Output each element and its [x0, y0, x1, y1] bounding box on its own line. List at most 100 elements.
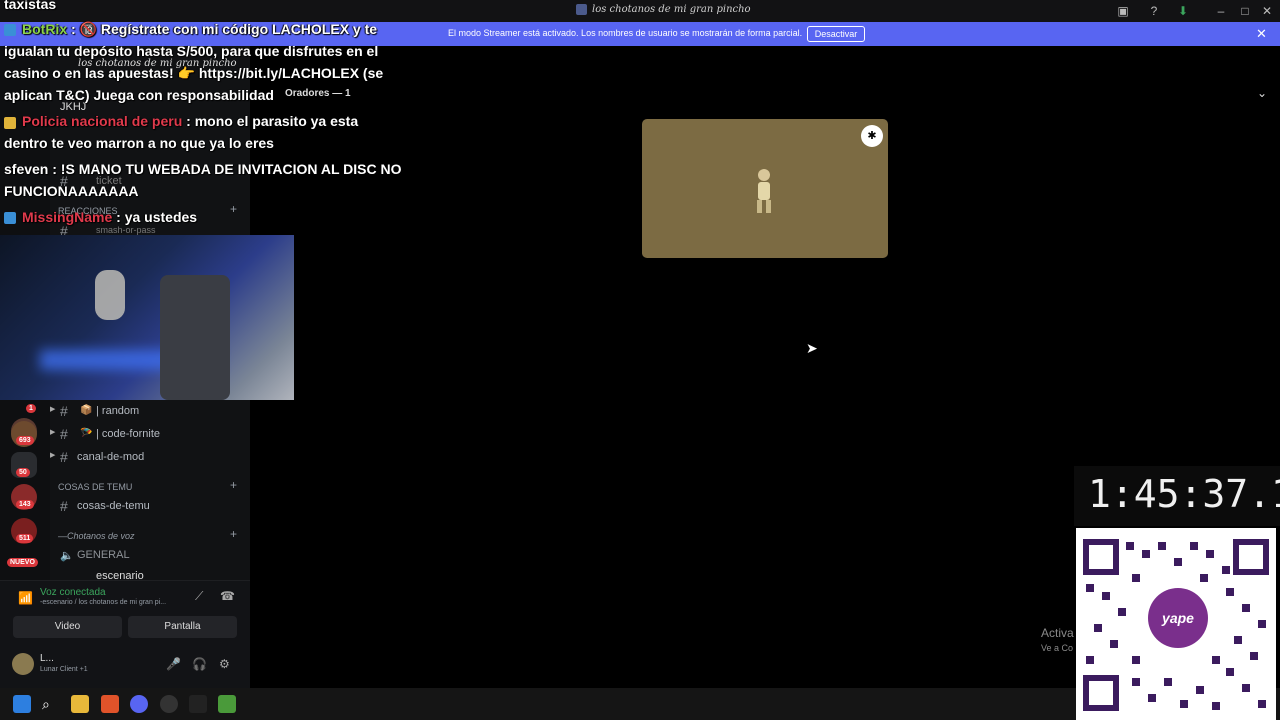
chat-line: aplican T&C) Juega con responsabilidad: [4, 87, 274, 103]
teddy-bear: [95, 270, 125, 320]
chat-line: Policia nacional de peru : mono el paras…: [22, 113, 358, 129]
timer-value: 1:45:37.15: [1088, 472, 1280, 516]
chat-text: : 🔞 Regístrate con mi código LACHOLEX y …: [71, 21, 378, 37]
noise-suppression-icon[interactable]: ⟋: [195, 589, 203, 604]
chat-user: Policia nacional de peru: [22, 113, 183, 129]
banner-message: El modo Streamer está activado. Los nomb…: [448, 28, 803, 38]
new-badge: NUEVO: [7, 558, 38, 567]
chat-line: casino o en las apuestas! 👉 https://bit.…: [4, 65, 384, 81]
chat-user: sfeven: [4, 161, 49, 177]
activate-windows-subtext: Ve a Co: [1041, 643, 1074, 653]
brave-browser-icon[interactable]: [101, 695, 119, 713]
chat-text: : mono el parasito ya esta: [186, 113, 359, 129]
channel-label: escenario: [96, 570, 144, 580]
window-title: los chotanos de mi gran pincho: [592, 4, 751, 15]
search-icon[interactable]: ⌕: [42, 695, 60, 713]
minecraft-icon[interactable]: [218, 695, 236, 713]
channel-label: cosas-de-temu: [77, 500, 150, 512]
download-icon[interactable]: ⬇: [1176, 4, 1190, 18]
chat-line: MissingName : ya ustedes: [22, 209, 197, 225]
close-banner-icon[interactable]: ✕: [1256, 26, 1267, 42]
voice-status[interactable]: Voz conectada: [40, 587, 106, 598]
windows-start-icon[interactable]: [13, 695, 31, 713]
app-icon[interactable]: [189, 695, 207, 713]
inbox-icon[interactable]: ▣: [1116, 4, 1130, 18]
stage-moderator-icon: ✱: [861, 125, 883, 147]
discord-icon[interactable]: [130, 695, 148, 713]
chat-line: BotRix : 🔞 Regístrate con mi código LACH…: [22, 21, 377, 38]
channel-item-random[interactable]: ▶ # 📦 | random: [50, 402, 250, 422]
channel-label: | code-fornite: [96, 428, 161, 440]
mention-badge: 50: [16, 468, 30, 477]
signal-icon: 📶: [18, 591, 33, 605]
chat-line: igualan tu depósito hasta S/500, para qu…: [4, 43, 379, 59]
channel-item-code-fornite[interactable]: ▶ # 🪂 | code-fornite: [50, 425, 250, 445]
chat-line: FUNCIONAAAAAAA: [4, 183, 139, 199]
microphone-icon[interactable]: 🎤: [166, 657, 181, 671]
chat-platform-icon: [4, 24, 16, 36]
screen-share-button[interactable]: Pantalla: [128, 616, 237, 638]
headphones-icon[interactable]: 🎧: [192, 657, 207, 671]
voice-panel: 📶 Voz conectada -escenario / los chotano…: [0, 580, 250, 688]
add-channel-icon[interactable]: +: [230, 527, 237, 541]
chevron-down-icon[interactable]: ⌄: [1257, 86, 1267, 100]
video-label: Video: [54, 621, 81, 632]
caret-icon: ▶: [50, 406, 56, 413]
help-icon[interactable]: ?: [1147, 4, 1161, 18]
chat-user: MissingName: [22, 209, 113, 225]
category-temu[interactable]: COSAS DE TEMU: [58, 482, 132, 492]
channel-label: | random: [96, 405, 140, 417]
overlay-title: taxistas: [4, 0, 57, 12]
webcam-feed: [0, 235, 294, 400]
caret-icon: ▶: [50, 452, 56, 459]
channel-item-general[interactable]: 🔈 GENERAL: [50, 546, 250, 566]
obs-icon[interactable]: [160, 695, 178, 713]
app-icon: [576, 4, 587, 15]
speaker-card[interactable]: ✱: [642, 119, 888, 258]
activate-windows-text: Activa: [1041, 626, 1074, 640]
add-channel-icon[interactable]: +: [230, 478, 237, 492]
mention-badge: 511: [16, 534, 34, 543]
crown-icon: [4, 117, 16, 129]
category-voice[interactable]: —Chotanos de voz: [58, 531, 135, 541]
parachute-icon: 🪂: [80, 428, 93, 439]
gaming-chair: [160, 275, 230, 400]
hash-icon: #: [60, 449, 68, 465]
hash-icon: #: [60, 403, 68, 419]
chat-user: BotRix: [22, 21, 68, 37]
chat-line: dentro te veo marron a no que ya lo eres: [4, 135, 274, 151]
chat-text: : !S MANO TU WEBADA DE INVITACION AL DIS…: [52, 161, 402, 177]
chat-text: : ya ustedes: [116, 209, 198, 225]
speaker-icon: 🔈: [60, 550, 74, 562]
chat-platform-icon: [4, 212, 16, 224]
deactivate-button[interactable]: Desactivar: [807, 26, 865, 42]
user-name: L...: [40, 653, 54, 664]
screen-label: Pantalla: [164, 621, 201, 632]
channel-item-cosas-de-temu[interactable]: # cosas-de-temu: [50, 497, 250, 517]
channel-label: GENERAL: [77, 549, 130, 561]
stream-chat-overlay: taxistas BotRix : 🔞 Regístrate con mi có…: [0, 0, 410, 232]
avatar[interactable]: [12, 653, 34, 675]
caret-icon: ▶: [50, 429, 56, 436]
yape-logo: yape: [1148, 588, 1208, 648]
disconnect-icon[interactable]: ☎: [220, 589, 235, 603]
channel-label: canal-de-mod: [77, 451, 145, 463]
minimize-icon[interactable]: –: [1214, 4, 1228, 18]
file-explorer-icon[interactable]: [71, 695, 89, 713]
hash-icon: #: [60, 498, 68, 514]
settings-gear-icon[interactable]: ⚙: [219, 657, 230, 671]
channel-item-canal-de-mod[interactable]: ▶ # canal-de-mod: [50, 448, 250, 468]
mention-badge: 143: [16, 500, 34, 509]
close-window-icon[interactable]: ✕: [1260, 4, 1274, 18]
hash-icon: #: [60, 426, 68, 442]
maximize-icon[interactable]: □: [1238, 4, 1252, 18]
video-button[interactable]: Video: [13, 616, 122, 638]
channel-item-escenario[interactable]: escenario: [50, 568, 250, 580]
stream-timer: 1:45:37.15: [1074, 466, 1280, 526]
box-icon: 📦: [80, 405, 93, 416]
voice-route: -escenario / los chotanos de mi gran pi.…: [40, 599, 167, 606]
speaker-avatar: [757, 169, 771, 213]
mouse-cursor-icon: ➤: [806, 340, 818, 356]
mention-badge: 693: [16, 436, 34, 445]
chat-line: sfeven : !S MANO TU WEBADA DE INVITACION…: [4, 161, 401, 177]
